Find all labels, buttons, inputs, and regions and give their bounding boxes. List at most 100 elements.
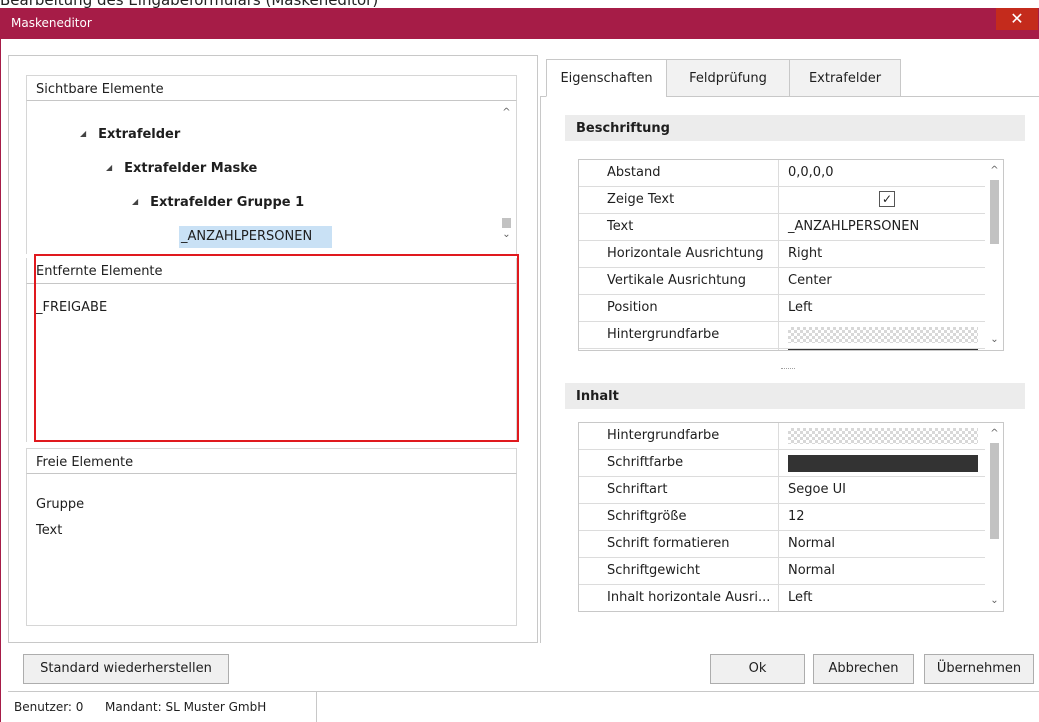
scrollbar-thumb[interactable]	[990, 443, 999, 539]
font-color-swatch	[788, 455, 978, 472]
window-title: Maskeneditor	[11, 16, 92, 30]
property-row[interactable]: Zeige Text ✓	[579, 187, 985, 214]
property-name: Text	[579, 214, 779, 240]
property-grid-scrollbar[interactable]: ^ ⌄	[986, 160, 1003, 350]
tab-label: Feldprüfung	[689, 71, 767, 86]
property-name: Schrift formatieren	[579, 531, 779, 557]
expand-arrow-icon[interactable]: ◢	[106, 163, 112, 172]
scroll-down-icon[interactable]: ⌄	[498, 226, 515, 243]
scroll-up-icon[interactable]: ^	[498, 104, 515, 121]
tree-node-label: Extrafelder Gruppe 1	[150, 195, 305, 210]
property-name: Position	[579, 295, 779, 321]
property-row[interactable]: Schriftart Segoe UI	[579, 477, 985, 504]
scroll-up-icon[interactable]: ^	[986, 162, 1003, 179]
expand-arrow-icon[interactable]: ◢	[80, 129, 86, 138]
property-name: Schriftfarbe	[579, 450, 779, 476]
expand-arrow-icon[interactable]: ◢	[132, 197, 138, 206]
apply-button[interactable]: Übernehmen	[924, 654, 1034, 684]
property-name: Abstand	[579, 160, 779, 186]
free-elements-list[interactable]	[26, 474, 517, 626]
property-value-color[interactable]	[780, 322, 985, 348]
tree-node-extrafelder-gruppe-1[interactable]: ◢ Extrafelder Gruppe 1	[132, 195, 304, 210]
property-value[interactable]: 12	[780, 504, 985, 530]
property-name: Schriftgewicht	[579, 558, 779, 584]
status-user: Benutzer: 0	[14, 700, 84, 714]
ok-button[interactable]: Ok	[710, 654, 805, 684]
free-elements-header: Freie Elemente	[26, 448, 517, 474]
group-title: Beschriftung	[576, 121, 670, 136]
property-row[interactable]: Inhalt horizontale Ausri... Left	[579, 585, 985, 611]
property-row[interactable]: Schriftgewicht Normal	[579, 558, 985, 585]
horizontal-splitter-grip[interactable]	[781, 368, 795, 369]
highlight-frame	[34, 254, 519, 442]
property-name	[579, 349, 779, 350]
property-row[interactable]: Position Left	[579, 295, 985, 322]
tab-label: Extrafelder	[808, 71, 882, 86]
tree-node-label: Extrafelder Maske	[124, 161, 258, 176]
list-item[interactable]: Gruppe	[36, 497, 84, 512]
property-value[interactable]: Left	[780, 295, 985, 321]
property-row[interactable]: Schrift formatieren Normal	[579, 531, 985, 558]
property-value[interactable]: Normal	[780, 558, 985, 584]
tab-label: Eigenschaften	[560, 71, 653, 86]
property-value-checkbox[interactable]: ✓	[780, 187, 985, 213]
scroll-down-icon[interactable]: ⌄	[986, 331, 1003, 348]
transparent-swatch	[788, 428, 978, 444]
scrollbar-thumb[interactable]	[990, 180, 999, 244]
property-row[interactable]: Hintergrundfarbe	[579, 322, 985, 349]
property-row[interactable]: Schriftgröße 12	[579, 504, 985, 531]
visible-elements-header: Sichtbare Elemente	[26, 75, 517, 101]
property-grid-scrollbar[interactable]: ^ ⌄	[986, 423, 1003, 611]
property-name: Zeige Text	[579, 187, 779, 213]
background-window-strip: Bearbeitung des Eingabeformulars (Masken…	[0, 0, 1039, 8]
property-name: Horizontale Ausrichtung	[579, 241, 779, 267]
visible-elements-label: Sichtbare Elemente	[36, 82, 164, 97]
free-elements-label: Freie Elemente	[36, 455, 134, 470]
property-value-color[interactable]	[780, 423, 985, 449]
property-grid-inhalt[interactable]: Hintergrundfarbe Schriftfarbe Schriftart…	[578, 422, 1004, 612]
property-row[interactable]: Horizontale Ausrichtung Right	[579, 241, 985, 268]
tree-node-selected[interactable]: _ANZAHLPERSONEN	[179, 226, 332, 248]
status-separator	[316, 692, 317, 722]
property-value[interactable]: _ANZAHLPERSONEN	[780, 214, 985, 240]
property-value[interactable]: Center	[780, 268, 985, 294]
property-name: Schriftgröße	[579, 504, 779, 530]
property-name: Vertikale Ausrichtung	[579, 268, 779, 294]
property-row[interactable]: Schriftfarbe	[579, 450, 985, 477]
visible-tree-scrollbar[interactable]: ^ ⌄	[498, 104, 515, 252]
property-row[interactable]: Abstand 0,0,0,0	[579, 160, 985, 187]
title-bar: Maskeneditor ✕	[0, 8, 1039, 39]
property-row[interactable]: Text _ANZAHLPERSONEN	[579, 214, 985, 241]
property-value[interactable]: Left	[780, 585, 985, 611]
property-value	[780, 349, 985, 350]
property-row[interactable]: Hintergrundfarbe	[579, 423, 985, 450]
property-value[interactable]: Right	[780, 241, 985, 267]
tab-eigenschaften[interactable]: Eigenschaften	[546, 59, 667, 97]
background-window-text: Bearbeitung des Eingabeformulars (Masken…	[0, 0, 378, 8]
tree-node-extrafelder-maske[interactable]: ◢ Extrafelder Maske	[106, 161, 257, 176]
property-value[interactable]: 0,0,0,0	[780, 160, 985, 186]
group-header-inhalt: Inhalt	[565, 383, 1025, 409]
property-value[interactable]: Segoe UI	[780, 477, 985, 503]
property-value-color[interactable]	[780, 450, 985, 476]
scroll-up-icon[interactable]: ^	[986, 425, 1003, 442]
cancel-button[interactable]: Abbrechen	[813, 654, 914, 684]
tree-node-extrafelder[interactable]: ◢ Extrafelder	[80, 127, 180, 142]
status-client: Mandant: SL Muster GmbH	[105, 700, 267, 714]
checkbox-checked-icon[interactable]: ✓	[879, 191, 895, 207]
reset-defaults-button[interactable]: Standard wiederherstellen	[23, 654, 229, 684]
list-item[interactable]: Text	[36, 523, 62, 538]
close-button[interactable]: ✕	[996, 8, 1038, 30]
tree-node-label: Extrafelder	[98, 127, 181, 142]
property-grid-beschriftung[interactable]: Abstand 0,0,0,0 Zeige Text ✓ Text _ANZAH…	[578, 159, 1004, 351]
scroll-down-icon[interactable]: ⌄	[986, 592, 1003, 609]
transparent-swatch	[788, 327, 978, 343]
property-value[interactable]: Normal	[780, 531, 985, 557]
property-name: Schriftart	[579, 477, 779, 503]
property-row[interactable]: Vertikale Ausrichtung Center	[579, 268, 985, 295]
tab-extrafelder[interactable]: Extrafelder	[789, 59, 901, 97]
color-swatch-partial	[788, 349, 978, 350]
close-icon: ✕	[1010, 9, 1024, 28]
tab-feldpruefung[interactable]: Feldprüfung	[666, 59, 790, 97]
status-bar: Benutzer: 0 Mandant: SL Muster GmbH	[8, 691, 1039, 722]
